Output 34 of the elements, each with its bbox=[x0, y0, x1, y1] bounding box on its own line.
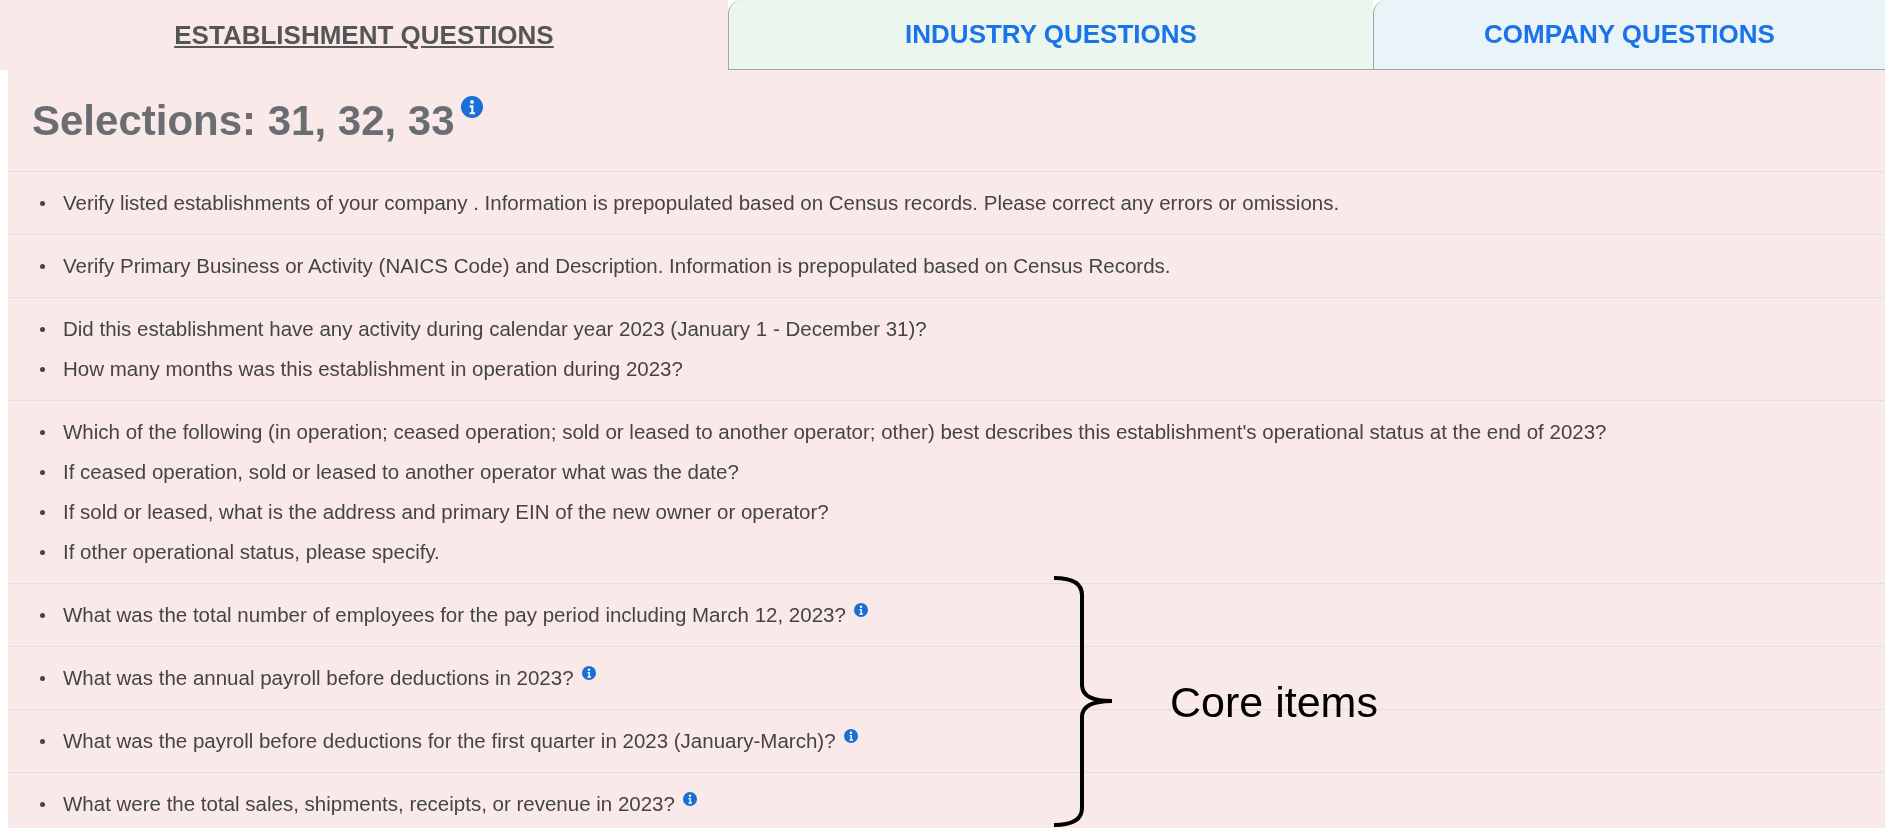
question-text: Which of the following (in operation; ceased operation; sold or leased to another operator; other) best describes this establishment's operational status at the end of 2023? bbox=[63, 420, 1607, 444]
question-text: Did this establishment have any activity during calendar year 2023 (January 1 - December 31)? bbox=[63, 317, 927, 341]
question-text: What was the total number of employees for the pay period including March 12, 2023? bbox=[63, 603, 846, 627]
bullet-icon bbox=[40, 429, 45, 435]
bullet-icon bbox=[40, 366, 45, 372]
tab[interactable]: ESTABLISHMENT QUESTIONS bbox=[0, 0, 728, 70]
info-icon[interactable] bbox=[853, 603, 868, 617]
selections-heading: Selections: 31, 32, 33 bbox=[32, 96, 455, 145]
question-text: Verify Primary Business or Activity (NAICS Code) and Description. Information is prepopulated based on Census Records. bbox=[63, 254, 1171, 278]
bullet-icon bbox=[40, 509, 45, 515]
info-icon[interactable] bbox=[460, 96, 483, 118]
question-text: If ceased operation, sold or leased to another operator what was the date? bbox=[63, 460, 739, 484]
bullet-icon bbox=[40, 469, 45, 475]
tab[interactable]: INDUSTRY QUESTIONS bbox=[728, 0, 1373, 70]
info-icon[interactable] bbox=[581, 666, 596, 680]
question-text: If other operational status, please specify. bbox=[63, 540, 440, 564]
question-text: If sold or leased, what is the address and primary EIN of the new owner or operator? bbox=[63, 500, 829, 524]
bullet-icon bbox=[40, 738, 45, 744]
bullet-icon bbox=[40, 549, 45, 555]
question-text: How many months was this establishment in operation during 2023? bbox=[63, 357, 683, 381]
info-icon[interactable] bbox=[682, 792, 697, 806]
annotation-label: Core items bbox=[1170, 678, 1378, 727]
tab[interactable]: COMPANY QUESTIONS bbox=[1373, 0, 1885, 70]
question-text: Verify listed establishments of your company . Information is prepopulated based on Census records. Please correct any errors or omissions. bbox=[63, 191, 1340, 215]
info-icon[interactable] bbox=[843, 729, 858, 743]
bullet-icon bbox=[40, 675, 45, 681]
question-text: What were the total sales, shipments, receipts, or revenue in 2023? bbox=[63, 792, 675, 816]
bullet-icon bbox=[40, 801, 45, 807]
bullet-icon bbox=[40, 200, 45, 206]
question-text: What was the annual payroll before deductions in 2023? bbox=[63, 666, 574, 690]
bullet-icon bbox=[40, 612, 45, 618]
bullet-icon bbox=[40, 263, 45, 269]
question-text: What was the payroll before deductions for the first quarter in 2023 (January-March)? bbox=[63, 729, 836, 753]
bullet-icon bbox=[40, 326, 45, 332]
